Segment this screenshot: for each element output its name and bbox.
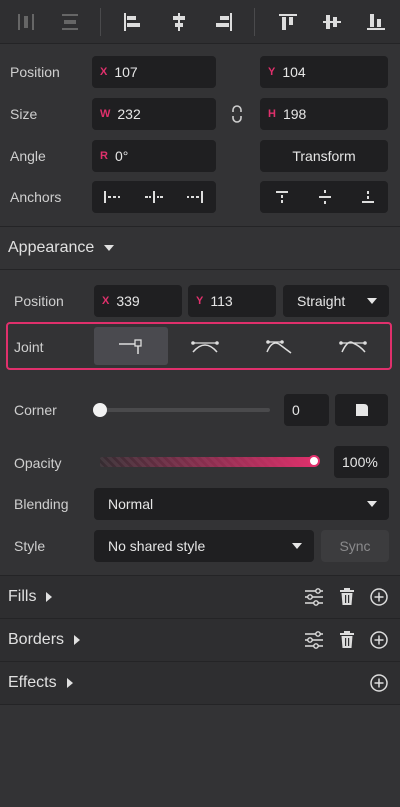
asymmetric-joint-icon[interactable] bbox=[316, 327, 390, 365]
w-prefix: W bbox=[100, 108, 111, 120]
add-effect-icon[interactable] bbox=[368, 672, 390, 694]
shared-style-dropdown[interactable]: No shared style bbox=[94, 530, 314, 562]
point-y-value: 113 bbox=[210, 293, 233, 309]
appearance-title-text: Appearance bbox=[8, 239, 95, 256]
anchors-label: Anchors bbox=[10, 189, 62, 205]
sync-button[interactable]: Sync bbox=[321, 530, 389, 562]
corner-label: Corner bbox=[14, 402, 57, 418]
blending-value: Normal bbox=[108, 496, 154, 512]
align-bottom-icon[interactable] bbox=[362, 8, 390, 36]
y-value: 104 bbox=[282, 64, 306, 80]
joint-selector: Joint bbox=[6, 322, 392, 370]
joint-label: Joint bbox=[14, 339, 44, 355]
align-top-icon[interactable] bbox=[274, 8, 302, 36]
opacity-slider-track[interactable] bbox=[100, 457, 316, 467]
style-label: Style bbox=[14, 538, 46, 554]
rotation-field[interactable]: R 0° bbox=[92, 140, 216, 172]
align-center-horizontal-icon[interactable] bbox=[165, 8, 193, 36]
fill-settings-icon[interactable] bbox=[303, 586, 325, 608]
point-x-field[interactable]: X 339 bbox=[94, 285, 182, 317]
point-x-value: 339 bbox=[116, 293, 140, 309]
shared-style-value: No shared style bbox=[108, 538, 206, 554]
width-field[interactable]: W 232 bbox=[92, 98, 216, 130]
horizontal-anchors bbox=[92, 181, 216, 213]
opacity-label: Opacity bbox=[14, 455, 62, 471]
border-settings-icon[interactable] bbox=[303, 629, 325, 651]
size-label: Size bbox=[10, 106, 38, 122]
anchor-bottom-icon[interactable] bbox=[360, 189, 376, 208]
fills-section-header[interactable]: Fills bbox=[0, 576, 400, 618]
point-y-prefix: Y bbox=[196, 295, 204, 307]
x-value: 107 bbox=[114, 64, 138, 80]
anchor-left-icon[interactable] bbox=[102, 189, 122, 208]
w-value: 232 bbox=[117, 106, 141, 122]
y-prefix: Y bbox=[268, 66, 276, 78]
chevron-down-icon bbox=[367, 298, 377, 304]
anchor-top-icon[interactable] bbox=[274, 189, 290, 208]
align-right-icon[interactable] bbox=[210, 8, 238, 36]
r-value: 0° bbox=[114, 148, 129, 164]
corner-value: 0 bbox=[292, 402, 300, 418]
mirrored-joint-icon[interactable] bbox=[168, 327, 242, 365]
border-trash-icon[interactable] bbox=[336, 629, 358, 651]
add-fill-icon[interactable] bbox=[368, 586, 390, 608]
appearance-title: Appearance bbox=[8, 239, 115, 257]
align-left-icon[interactable] bbox=[118, 8, 146, 36]
point-x-prefix: X bbox=[102, 295, 110, 307]
corner-style-button[interactable] bbox=[335, 394, 388, 426]
position-label: Position bbox=[10, 64, 60, 80]
disconnected-joint-icon[interactable] bbox=[242, 327, 316, 365]
height-field[interactable]: H 198 bbox=[260, 98, 388, 130]
opacity-value-field[interactable]: 100% bbox=[334, 446, 389, 478]
x-field[interactable]: X 107 bbox=[92, 56, 216, 88]
borders-section-header[interactable]: Borders bbox=[0, 619, 400, 661]
fills-title-text: Fills bbox=[8, 588, 37, 605]
opacity-value: 100% bbox=[342, 454, 378, 470]
effects-title-text: Effects bbox=[8, 674, 57, 691]
fills-title: Fills bbox=[8, 588, 53, 606]
corner-slider-knob[interactable] bbox=[93, 403, 107, 417]
borders-title-text: Borders bbox=[8, 631, 65, 648]
blending-dropdown[interactable]: Normal bbox=[94, 488, 389, 520]
curve-type-value: Straight bbox=[297, 293, 346, 309]
corner-style-icon bbox=[355, 404, 368, 416]
anchor-center-horizontal-icon[interactable] bbox=[144, 189, 164, 208]
y-field[interactable]: Y 104 bbox=[260, 56, 388, 88]
borders-title: Borders bbox=[8, 631, 81, 649]
point-y-field[interactable]: Y 113 bbox=[188, 285, 276, 317]
effects-title: Effects bbox=[8, 674, 73, 692]
vertical-anchors bbox=[260, 181, 388, 213]
effects-section-header[interactable]: Effects bbox=[0, 662, 400, 704]
point-position-label: Position bbox=[14, 293, 64, 309]
alignment-toolbar bbox=[0, 0, 400, 44]
corner-slider-track[interactable] bbox=[100, 408, 270, 412]
x-prefix: X bbox=[100, 66, 108, 78]
lock-ratio-icon[interactable] bbox=[229, 104, 245, 124]
opacity-slider-knob[interactable] bbox=[308, 455, 320, 467]
chevron-down-icon bbox=[292, 543, 302, 549]
chevron-right-icon bbox=[66, 677, 73, 688]
anchor-right-icon[interactable] bbox=[185, 189, 205, 208]
fill-trash-icon[interactable] bbox=[336, 586, 358, 608]
chevron-down-icon bbox=[367, 501, 377, 507]
appearance-section-header[interactable]: Appearance bbox=[0, 227, 400, 269]
distribute-vertical-icon[interactable] bbox=[56, 8, 84, 36]
h-prefix: H bbox=[268, 108, 276, 120]
curve-type-dropdown[interactable]: Straight bbox=[283, 285, 389, 317]
anchor-middle-vertical-icon[interactable] bbox=[317, 189, 333, 208]
corner-value-field[interactable]: 0 bbox=[284, 394, 329, 426]
straight-joint-icon[interactable] bbox=[94, 327, 168, 365]
distribute-horizontal-icon[interactable] bbox=[12, 8, 40, 36]
chevron-right-icon bbox=[74, 634, 81, 645]
chevron-down-icon bbox=[104, 244, 115, 251]
blending-label: Blending bbox=[14, 496, 69, 512]
add-border-icon[interactable] bbox=[368, 629, 390, 651]
align-middle-vertical-icon[interactable] bbox=[318, 8, 346, 36]
transform-button[interactable]: Transform bbox=[260, 140, 388, 172]
angle-label: Angle bbox=[10, 148, 46, 164]
r-prefix: R bbox=[100, 150, 108, 162]
h-value: 198 bbox=[282, 106, 307, 122]
chevron-right-icon bbox=[46, 591, 53, 602]
